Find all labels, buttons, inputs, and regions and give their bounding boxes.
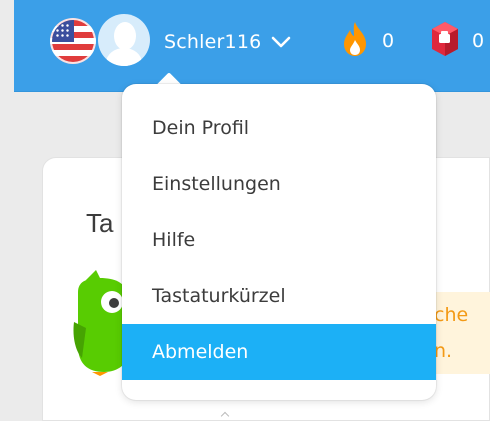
username-label: Schler116 [164, 31, 262, 53]
flag-canton [52, 20, 74, 42]
gem-counter[interactable]: 0 [430, 22, 484, 60]
avatar[interactable] [98, 14, 150, 66]
top-navigation-bar: Schler116 0 0 [14, 0, 490, 92]
menu-item-keyboard-shortcuts[interactable]: Tastaturkürzel [122, 268, 436, 324]
avatar-body [106, 48, 142, 66]
menu-item-settings[interactable]: Einstellungen [122, 156, 436, 212]
menu-item-profile[interactable]: Dein Profil [122, 100, 436, 156]
chevron-down-icon [271, 36, 291, 48]
gem-icon [430, 20, 460, 62]
streak-count: 0 [382, 30, 395, 52]
tip-text-fragment-1: che [434, 304, 469, 326]
card-title: Ta [86, 208, 114, 238]
fire-icon [340, 20, 370, 62]
user-dropdown-menu: Dein Profil Einstellungen Hilfe Tastatur… [122, 84, 436, 400]
user-menu-trigger[interactable]: Schler116 [164, 26, 291, 58]
menu-item-help[interactable]: Hilfe [122, 212, 436, 268]
menu-item-logout[interactable]: Abmelden [122, 324, 436, 380]
streak-counter[interactable]: 0 [340, 22, 394, 60]
us-flag-icon[interactable] [50, 18, 96, 64]
gem-count: 0 [472, 30, 485, 52]
avatar-head [114, 22, 136, 50]
tip-text-fragment-2: n. [434, 340, 453, 362]
